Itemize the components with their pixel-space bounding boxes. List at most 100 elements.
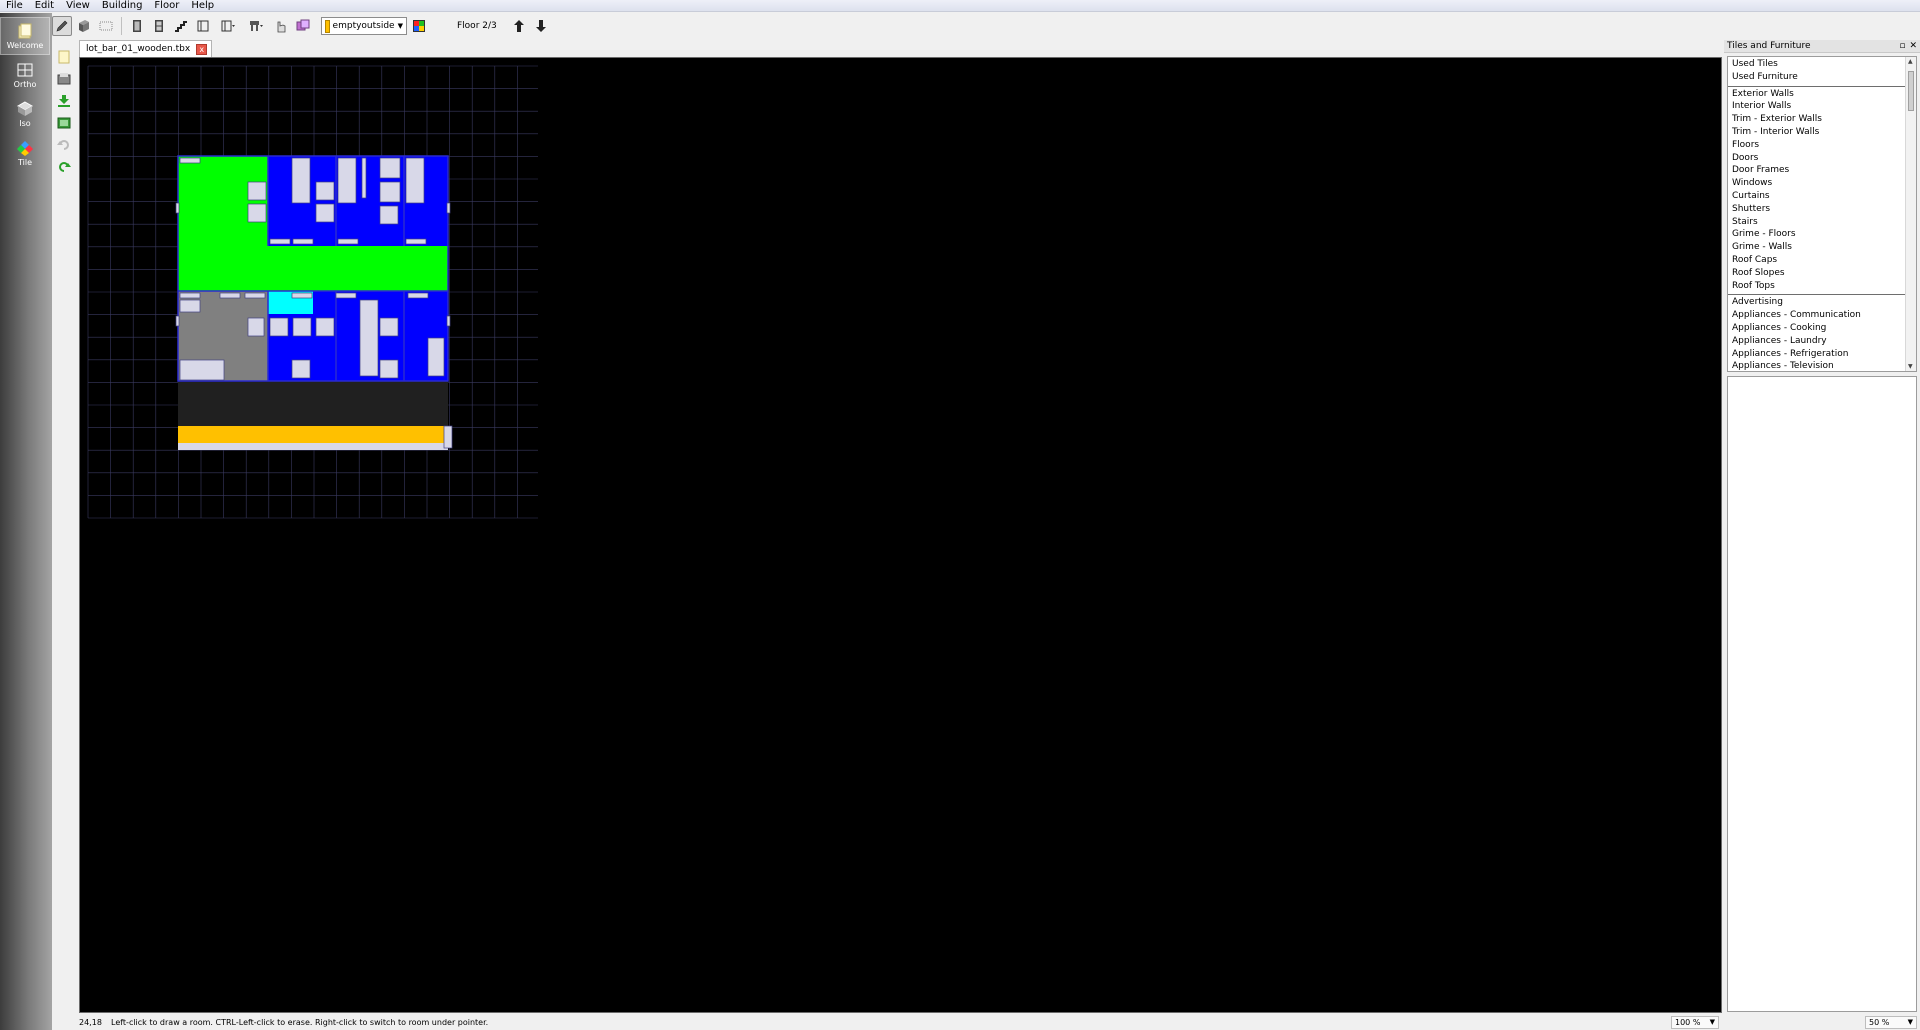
close-icon[interactable]: ✕	[1909, 41, 1917, 51]
list-scrollbar[interactable]: ▲ ▼	[1905, 57, 1916, 371]
tiles-view[interactable]	[1727, 376, 1917, 1012]
room-colors-button[interactable]	[409, 16, 429, 36]
welcome-icon	[18, 23, 32, 38]
select-tool-button[interactable]	[271, 16, 291, 36]
scroll-up-icon[interactable]: ▲	[1908, 58, 1913, 65]
menu-help[interactable]: Help	[185, 0, 220, 12]
roof-dropdown-button[interactable]	[215, 16, 241, 36]
list-item[interactable]: Windows	[1728, 177, 1916, 190]
floor-up-button[interactable]	[509, 16, 529, 36]
open-button[interactable]	[53, 68, 75, 90]
list-item[interactable]: Appliances - Laundry	[1728, 335, 1916, 348]
door-tool-button[interactable]	[127, 16, 147, 36]
close-icon[interactable]: x	[196, 43, 208, 55]
room-green-upper[interactable]	[178, 156, 268, 246]
room-select[interactable]: emptyoutside ▼	[321, 17, 407, 35]
list-item[interactable]: Advertising	[1728, 296, 1916, 309]
roof-tool-button[interactable]	[193, 16, 213, 36]
pencil-icon	[56, 20, 68, 32]
menu-building[interactable]: Building	[96, 0, 149, 12]
list-item[interactable]: Door Frames	[1728, 164, 1916, 177]
floor-plan-canvas[interactable]	[79, 57, 1722, 1013]
list-item[interactable]: Stairs	[1728, 216, 1916, 229]
room-dark[interactable]	[178, 381, 448, 426]
window-tool-button[interactable]	[149, 16, 169, 36]
list-item[interactable]: Used Tiles	[1728, 58, 1916, 71]
panel-title: Tiles and Furniture	[1727, 41, 1811, 51]
status-message: Left-click to draw a room. CTRL-Left-cli…	[111, 1018, 489, 1027]
list-item[interactable]: Roof Caps	[1728, 254, 1916, 267]
list-item[interactable]: Appliances - Refrigeration	[1728, 348, 1916, 361]
stairs-tool-button[interactable]	[171, 16, 191, 36]
floor-down-button[interactable]	[531, 16, 551, 36]
toolbar-separator	[121, 17, 122, 35]
export-button[interactable]	[53, 112, 75, 134]
undo-button[interactable]	[53, 134, 75, 156]
export-icon	[57, 117, 71, 129]
float-icon[interactable]: ▫	[1899, 41, 1905, 51]
menu-view[interactable]: View	[60, 0, 96, 12]
menu-file[interactable]: File	[0, 0, 29, 12]
list-item[interactable]: Grime - Walls	[1728, 241, 1916, 254]
save-icon	[58, 95, 70, 107]
category-group-tiles: Exterior Walls Interior Walls Trim - Ext…	[1728, 87, 1916, 296]
mode-iso[interactable]: Iso	[0, 95, 50, 133]
mode-welcome[interactable]: Welcome	[0, 17, 50, 55]
mode-ortho[interactable]: Ortho	[0, 56, 50, 94]
palette-icon	[413, 20, 425, 32]
mode-label: Iso	[19, 118, 31, 128]
menu-floor[interactable]: Floor	[148, 0, 185, 12]
list-item[interactable]: Doors	[1728, 152, 1916, 165]
wall-icon	[79, 20, 89, 32]
menu-bar: File Edit View Building Floor Help	[0, 0, 1920, 12]
mode-label: Tile	[17, 157, 32, 167]
room-name: emptyoutside	[332, 21, 395, 31]
chevron-down-icon: ▼	[1709, 1018, 1715, 1026]
list-item[interactable]: Exterior Walls	[1728, 88, 1916, 101]
scrollbar-thumb[interactable]	[1908, 71, 1914, 111]
status-bar: 24,18 Left-click to draw a room. CTRL-Le…	[79, 1015, 1920, 1030]
mode-label: Welcome	[6, 40, 44, 50]
room-tool-button[interactable]	[293, 16, 313, 36]
list-item[interactable]: Appliances - Communication	[1728, 309, 1916, 322]
panel-zoom-select[interactable]: 50 % ▼	[1865, 1016, 1917, 1029]
list-item[interactable]: Shutters	[1728, 203, 1916, 216]
porch-strip	[178, 443, 448, 450]
list-item[interactable]: Curtains	[1728, 190, 1916, 203]
mode-tile[interactable]: Tile	[0, 134, 50, 172]
cursor-coords: 24,18	[79, 1018, 102, 1027]
grid-tool-button[interactable]	[96, 16, 116, 36]
category-list[interactable]: Used Tiles Used Furniture Exterior Walls…	[1727, 56, 1917, 372]
door-icon	[133, 20, 141, 32]
scroll-down-icon[interactable]: ▼	[1908, 363, 1913, 370]
list-item[interactable]: Interior Walls	[1728, 100, 1916, 113]
list-item[interactable]: Appliances - Television	[1728, 360, 1916, 371]
category-group-furniture: Advertising Appliances - Communication A…	[1728, 295, 1916, 371]
list-item[interactable]: Appliances - Cooking	[1728, 322, 1916, 335]
panel-title-bar: Tiles and Furniture ▫ ✕	[1724, 40, 1920, 53]
new-button[interactable]	[53, 46, 75, 68]
document-tab[interactable]: lot_bar_01_wooden.tbx x	[79, 40, 213, 57]
room-green-hall[interactable]	[178, 246, 448, 291]
list-item[interactable]: Used Furniture	[1728, 71, 1916, 84]
canvas-zoom-select[interactable]: 100 % ▼	[1671, 1016, 1719, 1029]
wall-tool-button[interactable]	[74, 16, 94, 36]
draw-room-button[interactable]	[52, 16, 72, 36]
room-icon	[296, 19, 310, 31]
menu-edit[interactable]: Edit	[29, 0, 60, 12]
room-yellow[interactable]	[178, 426, 448, 443]
floor-up-icon	[514, 20, 524, 32]
floor-plan[interactable]	[80, 58, 540, 528]
save-button[interactable]	[53, 90, 75, 112]
list-item[interactable]: Roof Slopes	[1728, 267, 1916, 280]
list-item[interactable]: Trim - Exterior Walls	[1728, 113, 1916, 126]
list-item[interactable]: Floors	[1728, 139, 1916, 152]
list-item[interactable]: Trim - Interior Walls	[1728, 126, 1916, 139]
tiles-furniture-panel: Tiles and Furniture ▫ ✕ Used Tiles Used …	[1724, 40, 1920, 1013]
redo-button[interactable]	[53, 156, 75, 178]
furniture-icon	[250, 21, 263, 31]
furniture-dropdown-button[interactable]	[243, 16, 269, 36]
mode-sidebar: Welcome Ortho Iso Tile	[0, 13, 52, 1030]
list-item[interactable]: Roof Tops	[1728, 280, 1916, 293]
list-item[interactable]: Grime - Floors	[1728, 228, 1916, 241]
